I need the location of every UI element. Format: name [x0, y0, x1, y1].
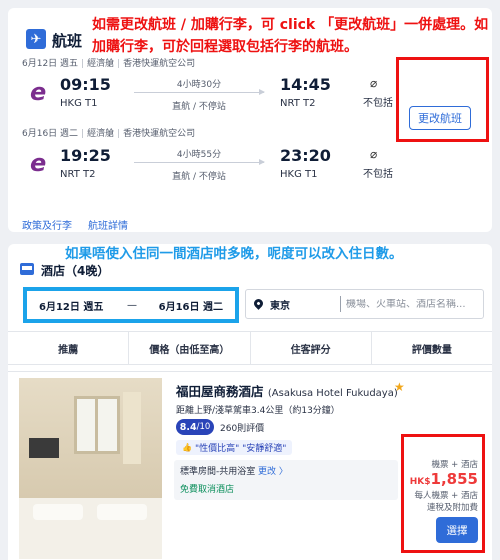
select-button[interactable]: 選擇: [436, 517, 478, 543]
inbound-arrive-time: 23:20: [280, 146, 331, 165]
price-label-top: 機票 + 酒店: [431, 460, 478, 470]
inbound-arrive-code: HKG T1: [280, 169, 318, 180]
date-separator: —: [127, 299, 137, 311]
inbound-meta: 6月16日 週二 | 經濟艙 | 香港快運航空公司: [22, 129, 196, 139]
checkout-date[interactable]: 6月16日 週二: [159, 298, 223, 313]
destination-search[interactable]: 東京: [245, 289, 484, 319]
hotel-name[interactable]: 福田屋商務酒店 (Asakusa Hotel Fukudaya): [176, 381, 398, 400]
price: HK$1,855: [410, 470, 478, 488]
no-baggage-icon: ⌀: [370, 76, 378, 90]
inbound-route-line: [134, 159, 265, 165]
hotel-section-title: 酒店（4晚）: [41, 264, 110, 278]
sort-tab-review-count[interactable]: 評價數量: [372, 332, 492, 364]
star-icon: ★: [394, 380, 405, 394]
outbound-depart-time: 09:15: [60, 75, 111, 94]
hotel-name-en[interactable]: (Asakusa Hotel Fukudaya): [268, 388, 398, 399]
inbound-depart-code: NRT T2: [60, 169, 96, 180]
outbound-airline: 香港快運航空公司: [123, 59, 196, 69]
inbound-depart-time: 19:25: [60, 146, 111, 165]
room-type: 標準房間-共用浴室: [180, 467, 256, 477]
location-pin-icon: [252, 297, 265, 310]
rating-badge: 8.4/10: [176, 419, 214, 435]
no-baggage-icon: ⌀: [370, 147, 378, 161]
thumbs-up-icon: 👍: [182, 443, 192, 452]
checkin-date[interactable]: 6月12日 週五: [39, 298, 103, 313]
flight-section-title: 航班: [52, 32, 83, 50]
policy-baggage-link[interactable]: 政策及行李: [22, 217, 72, 232]
outbound-arrive-time: 14:45: [280, 75, 331, 94]
sort-tab-recommended[interactable]: 推薦: [8, 332, 130, 364]
airplane-icon: ✈: [26, 29, 46, 49]
inbound-airline: 香港快運航空公司: [123, 129, 196, 139]
sort-tab-price[interactable]: 價格（由低至高）: [129, 332, 251, 364]
inbound-stops: 直航 / 不停站: [172, 172, 226, 182]
review-count[interactable]: 260則評價: [220, 421, 264, 434]
sort-tab-rating[interactable]: 住客評分: [251, 332, 372, 364]
room-info: 標準房間-共用浴室 更改 〉 免費取消酒店: [174, 460, 398, 500]
price-label-taxes: 連稅及附加費: [426, 503, 478, 513]
rating-score: 8.4: [179, 421, 197, 433]
destination-city: 東京: [270, 300, 290, 312]
outbound-depart-code: HKG T1: [60, 98, 98, 109]
highlight-tag-text: "性價比高" "安靜舒適": [194, 444, 287, 454]
price-label-per-person: 每人機票 + 酒店: [414, 491, 478, 501]
hotel-distance: 距離上野/淺草駕車3.4公里（約13分鐘）: [176, 406, 340, 416]
inbound-cabin: 經濟艙: [87, 129, 115, 139]
destination-keyword-input[interactable]: [346, 298, 476, 310]
outbound-stops: 直航 / 不停站: [172, 102, 226, 112]
airline-logo: e: [30, 78, 47, 106]
inbound-date: 6月16日 週二: [22, 129, 79, 139]
outbound-arrive-code: NRT T2: [280, 98, 316, 109]
outbound-date: 6月12日 週五: [22, 59, 79, 69]
stay-dates-annotation: 如果唔使入住同一間酒店咁多晚，呢度可以改入住日數。: [65, 246, 403, 262]
bed-icon: [20, 263, 34, 275]
inbound-duration: 4小時55分: [176, 150, 222, 160]
inbound-baggage: 不包括: [363, 169, 393, 180]
sort-bar: 推薦 價格（由低至高） 住客評分 評價數量: [8, 331, 492, 365]
outbound-duration: 4小時30分: [176, 80, 222, 90]
outbound-cabin: 經濟艙: [87, 59, 115, 69]
change-room-link[interactable]: 更改 〉: [258, 464, 288, 477]
highlight-tag: 👍 "性價比高" "安靜舒適": [176, 440, 293, 455]
change-flight-button[interactable]: 更改航班: [409, 106, 471, 130]
change-flight-annotation: 如需更改航班 / 加購行李，可 click 「更改航班」一併處理。如加購行李，可…: [92, 17, 489, 55]
rating-total: /10: [196, 422, 211, 432]
price-currency: HK$: [409, 477, 431, 487]
airline-logo: e: [30, 149, 47, 177]
destination-divider: [340, 296, 341, 312]
hotel-photo[interactable]: [19, 378, 162, 559]
price-amount: 1,855: [430, 470, 478, 488]
free-cancellation: 免費取消酒店: [180, 485, 235, 495]
hotel-listing: 福田屋商務酒店 (Asakusa Hotel Fukudaya) ★ 距離上野/…: [8, 371, 492, 560]
outbound-route-line: [134, 89, 265, 95]
stay-dates-picker[interactable]: 6月12日 週五 — 6月16日 週二: [23, 287, 239, 323]
outbound-baggage: 不包括: [363, 98, 393, 109]
hotel-name-zh[interactable]: 福田屋商務酒店: [176, 384, 264, 399]
flight-details-link[interactable]: 航班詳情: [88, 217, 128, 232]
